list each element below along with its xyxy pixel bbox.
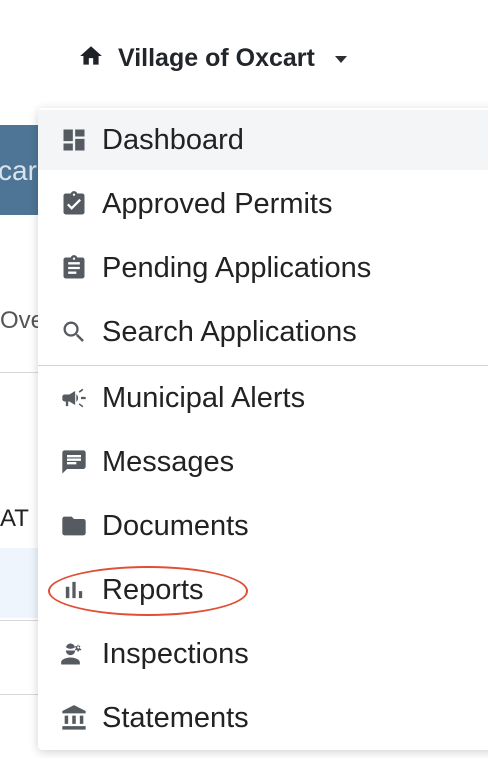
background-divider bbox=[0, 694, 40, 695]
menu-item-messages[interactable]: Messages bbox=[38, 432, 488, 492]
menu-item-label: Municipal Alerts bbox=[102, 381, 306, 414]
menu-item-pending-applications[interactable]: Pending Applications bbox=[38, 238, 488, 298]
bank-icon bbox=[58, 702, 90, 734]
menu-item-label: Documents bbox=[102, 509, 249, 542]
background-banner: car bbox=[0, 125, 40, 215]
menu-item-label: Pending Applications bbox=[102, 251, 372, 284]
megaphone-icon bbox=[58, 382, 90, 414]
menu-item-dashboard[interactable]: Dashboard bbox=[38, 110, 488, 170]
chevron-down-icon bbox=[334, 55, 347, 63]
menu-item-inspections[interactable]: Inspections bbox=[38, 624, 488, 684]
menu-item-label: Inspections bbox=[102, 637, 249, 670]
background-divider bbox=[0, 620, 40, 621]
bar-chart-icon bbox=[58, 574, 90, 606]
village-menu-toggle[interactable]: Village of Oxcart bbox=[78, 40, 347, 76]
menu-item-statements[interactable]: Statements bbox=[38, 688, 488, 748]
navigation-dropdown-menu: Dashboard Approved Permits Pending Appli… bbox=[38, 108, 488, 750]
top-bar: Village of Oxcart bbox=[0, 0, 488, 110]
menu-item-approved-permits[interactable]: Approved Permits bbox=[38, 174, 488, 234]
search-icon bbox=[58, 316, 90, 348]
menu-item-label: Search Applications bbox=[102, 315, 357, 348]
menu-item-label: Messages bbox=[102, 445, 235, 478]
background-row-highlight bbox=[0, 548, 40, 618]
message-icon bbox=[58, 446, 90, 478]
menu-item-documents[interactable]: Documents bbox=[38, 496, 488, 556]
menu-item-reports[interactable]: Reports bbox=[38, 560, 488, 620]
menu-item-label: Approved Permits bbox=[102, 187, 333, 220]
clipboard-list-icon bbox=[58, 252, 90, 284]
folder-icon bbox=[58, 510, 90, 542]
village-title: Village of Oxcart bbox=[118, 43, 315, 72]
menu-item-search-applications[interactable]: Search Applications bbox=[38, 302, 488, 362]
background-divider bbox=[0, 372, 40, 373]
dashboard-icon bbox=[58, 124, 90, 156]
background-text-at: AT bbox=[0, 505, 29, 532]
background-banner-text: car bbox=[0, 155, 37, 186]
inspector-icon bbox=[58, 638, 90, 670]
menu-item-municipal-alerts[interactable]: Municipal Alerts bbox=[38, 368, 488, 428]
menu-divider bbox=[38, 365, 488, 366]
home-icon bbox=[78, 43, 104, 74]
menu-item-label: Dashboard bbox=[102, 123, 244, 156]
menu-item-label: Statements bbox=[102, 701, 249, 734]
menu-item-label: Reports bbox=[102, 573, 204, 606]
clipboard-check-icon bbox=[58, 188, 90, 220]
background-text-overview: Ove bbox=[0, 307, 40, 334]
